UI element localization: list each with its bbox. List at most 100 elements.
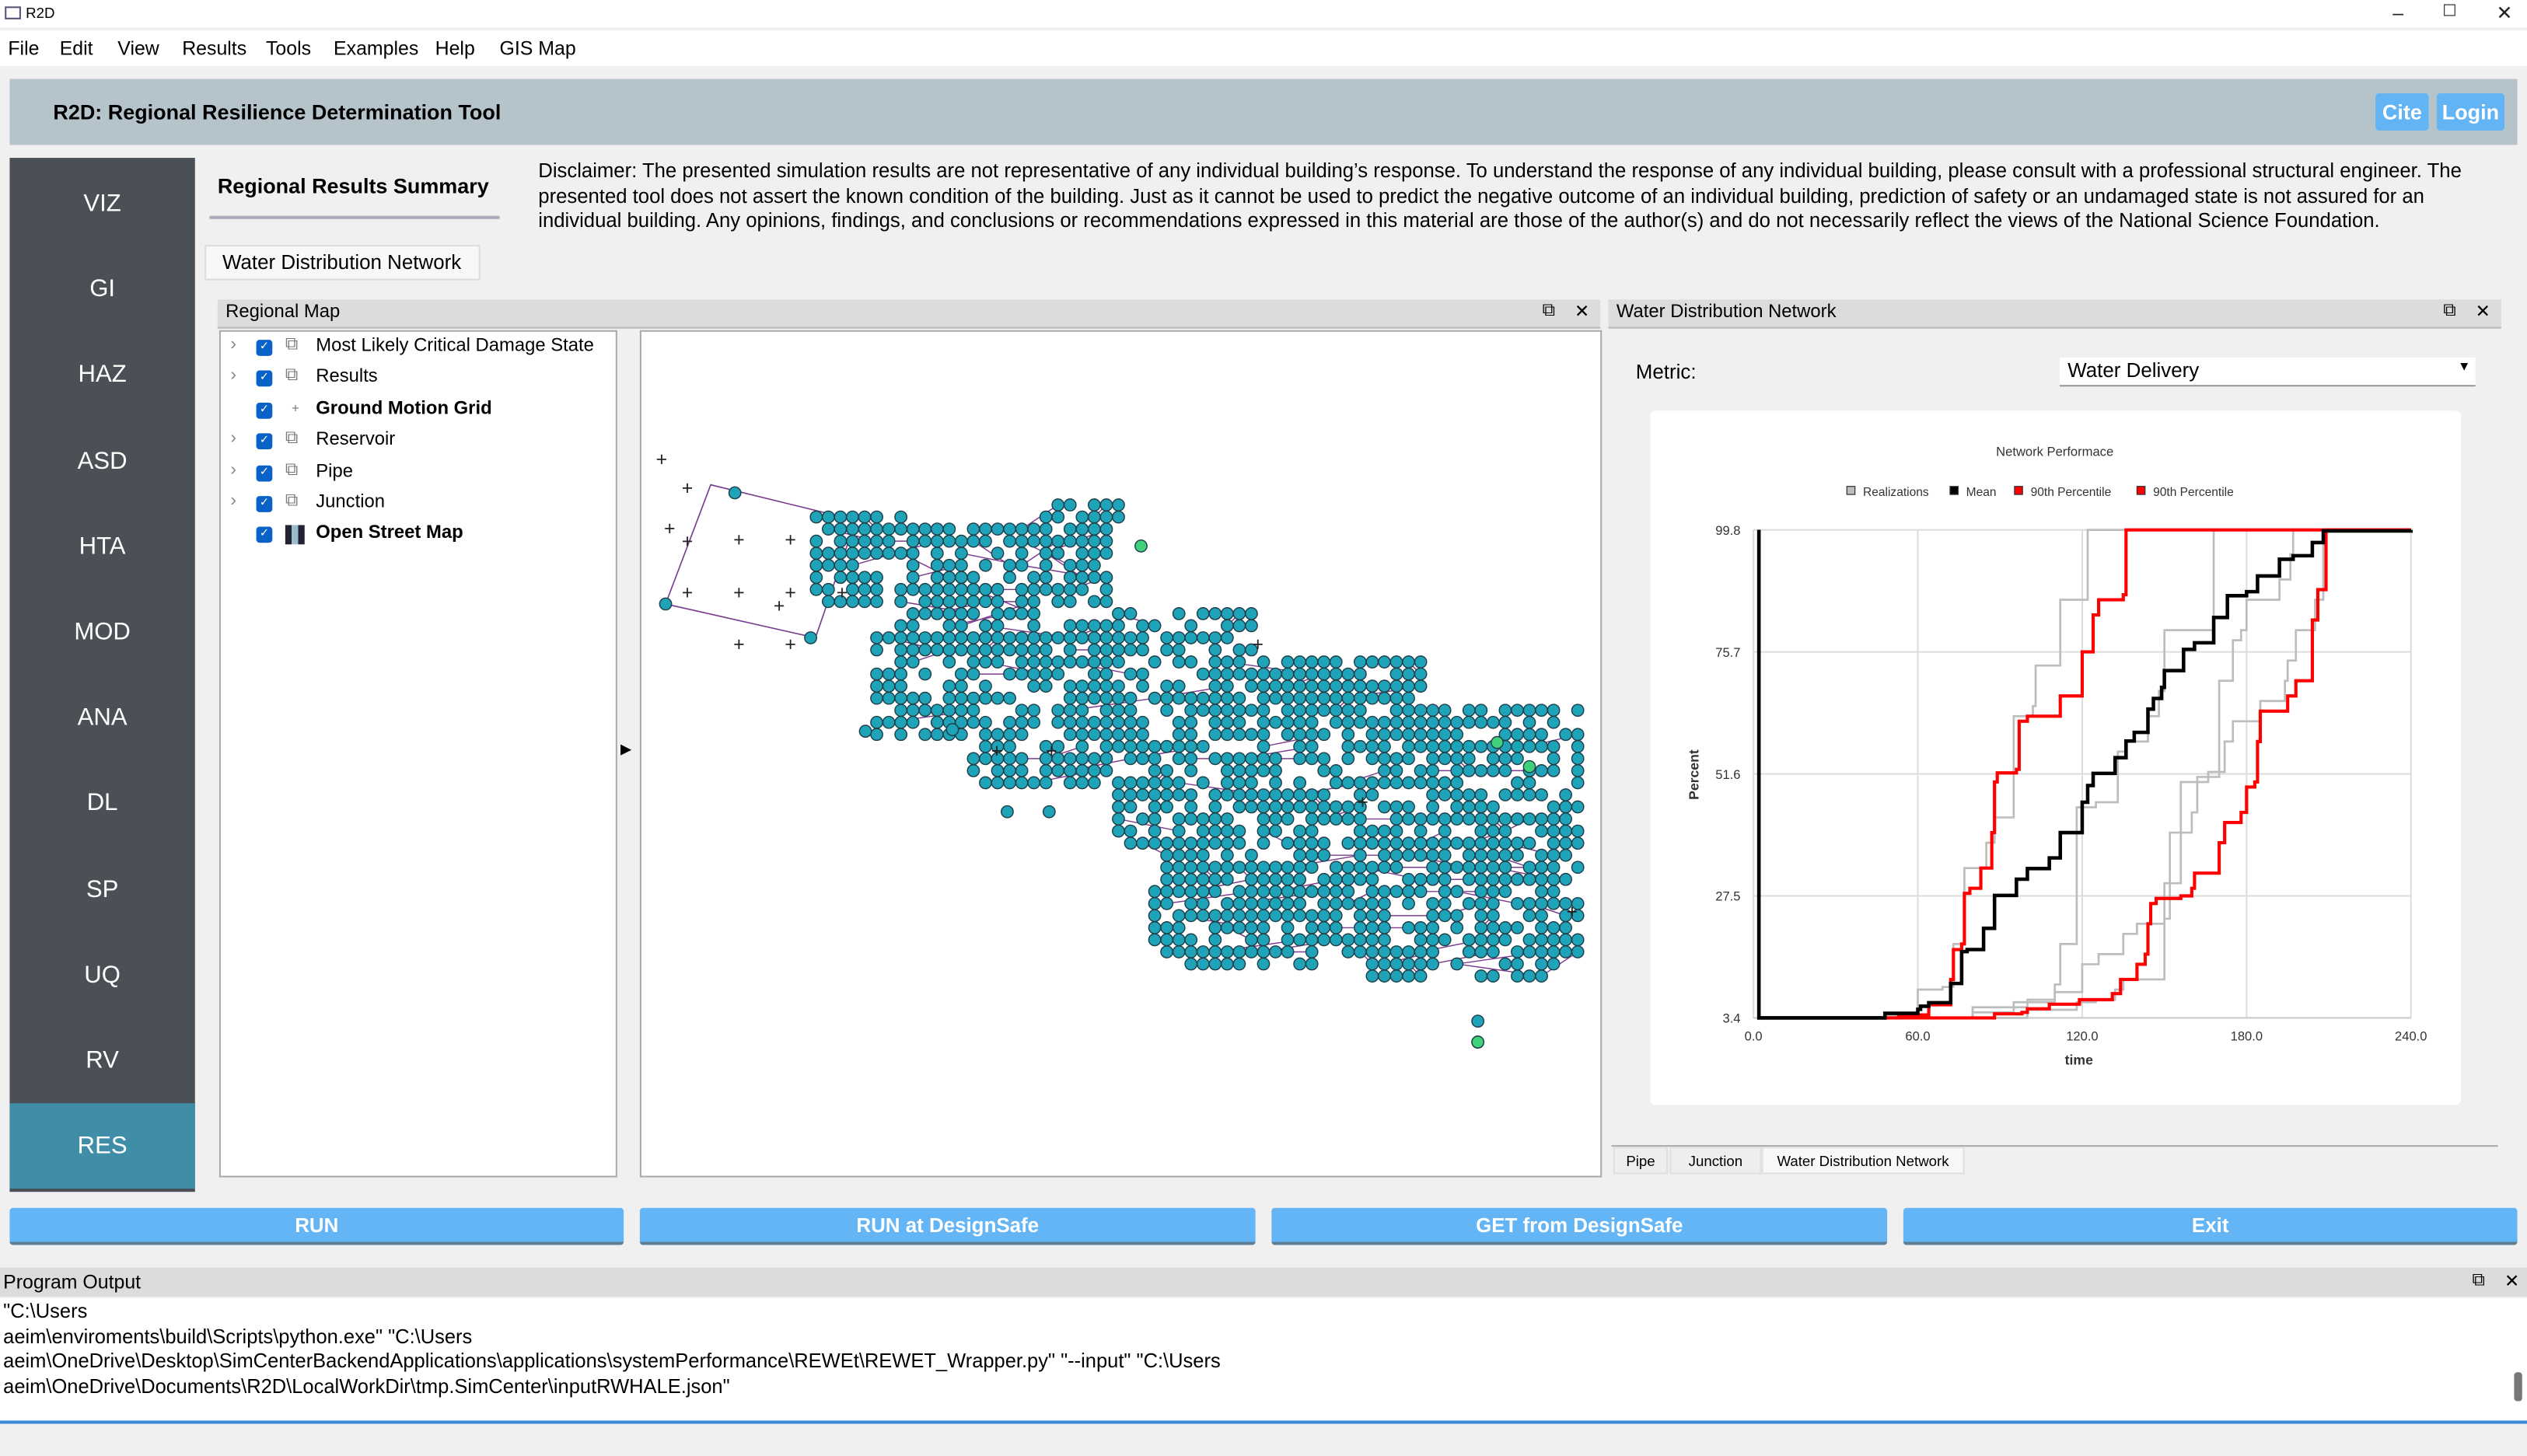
junction-node[interactable] <box>1220 655 1234 669</box>
junction-node[interactable] <box>1571 800 1585 814</box>
float-icon[interactable]: ⧉ <box>2473 1271 2485 1292</box>
junction-node[interactable] <box>1051 582 1065 596</box>
junction-node[interactable] <box>979 582 992 596</box>
junction-node[interactable] <box>1365 945 1379 958</box>
junction-node[interactable] <box>1389 812 1403 826</box>
junction-node[interactable] <box>1232 800 1246 814</box>
junction-node[interactable] <box>1112 715 1125 729</box>
reservoir-node[interactable] <box>1522 759 1536 773</box>
junction-node[interactable] <box>1245 848 1258 862</box>
junction-node[interactable] <box>1450 885 1464 899</box>
junction-node[interactable] <box>1414 679 1428 693</box>
tab-wdn[interactable]: Water Distribution Network <box>1761 1147 1965 1175</box>
junction-node[interactable] <box>1124 667 1138 681</box>
junction-node[interactable] <box>1293 667 1307 681</box>
junction-node[interactable] <box>906 619 920 633</box>
junction-node[interactable] <box>1281 836 1295 850</box>
junction-node[interactable] <box>1462 872 1476 886</box>
junction-node[interactable] <box>906 715 920 729</box>
junction-node[interactable] <box>1414 764 1428 777</box>
junction-node[interactable] <box>966 631 980 644</box>
junction-node[interactable] <box>1365 896 1379 910</box>
junction-node[interactable] <box>1112 812 1125 826</box>
junction-node[interactable] <box>1027 715 1041 729</box>
junction-node[interactable] <box>1027 619 1041 633</box>
junction-node[interactable] <box>1099 643 1113 657</box>
junction-node[interactable] <box>870 582 883 596</box>
junction-node[interactable] <box>1269 679 1282 693</box>
junction-node[interactable] <box>954 691 968 705</box>
junction-node[interactable] <box>1063 534 1077 548</box>
junction-node[interactable] <box>906 631 920 644</box>
junction-node[interactable] <box>1378 945 1391 958</box>
junction-node[interactable] <box>1160 643 1174 657</box>
junction-node[interactable] <box>1027 655 1041 669</box>
junction-node[interactable] <box>1063 619 1077 633</box>
junction-node[interactable] <box>1245 704 1258 718</box>
junction-node[interactable] <box>1378 896 1391 910</box>
junction-node[interactable] <box>1522 812 1536 826</box>
junction-node[interactable] <box>1015 522 1029 536</box>
junction-node[interactable] <box>1160 933 1174 947</box>
junction-node[interactable] <box>1450 861 1464 875</box>
junction-node[interactable] <box>1414 812 1428 826</box>
junction-node[interactable] <box>1559 728 1573 742</box>
junction-node[interactable] <box>1136 836 1149 850</box>
junction-node[interactable] <box>1389 861 1403 875</box>
junction-node[interactable] <box>1365 691 1379 705</box>
junction-node[interactable] <box>1378 800 1391 814</box>
junction-node[interactable] <box>1269 861 1282 875</box>
junction-node[interactable] <box>1293 679 1307 693</box>
junction-node[interactable] <box>1245 679 1258 693</box>
junction-node[interactable] <box>1341 836 1355 850</box>
junction-node[interactable] <box>1136 776 1149 790</box>
menu-gis-map[interactable]: GIS Map <box>500 37 576 60</box>
junction-node[interactable] <box>1148 788 1162 801</box>
junction-node[interactable] <box>1099 752 1113 766</box>
junction-node[interactable] <box>991 631 1005 644</box>
junction-node[interactable] <box>1027 679 1041 693</box>
regional-map-view[interactable]: + + + + + + + + + + + + + + + + + + <box>639 330 1603 1178</box>
junction-node[interactable] <box>1112 510 1125 524</box>
junction-node[interactable] <box>1402 945 1415 958</box>
junction-node[interactable] <box>1522 776 1536 790</box>
cite-button[interactable]: Cite <box>2375 93 2429 131</box>
junction-node[interactable] <box>1027 595 1041 609</box>
junction-node[interactable] <box>1184 848 1198 862</box>
junction-node[interactable] <box>1305 752 1319 766</box>
junction-node[interactable] <box>1124 728 1138 742</box>
junction-node[interactable] <box>1172 752 1186 766</box>
junction-node[interactable] <box>1559 921 1573 934</box>
junction-node[interactable] <box>979 776 992 790</box>
program-output-text[interactable]: "C:\Users aeim\enviroments\build\Scripts… <box>0 1297 2527 1424</box>
junction-node[interactable] <box>942 607 956 620</box>
layer-item[interactable]: ✓ Open Street Map <box>221 521 616 551</box>
junction-node[interactable] <box>1547 715 1561 729</box>
junction-node[interactable] <box>1257 704 1270 718</box>
junction-node[interactable] <box>1462 896 1476 910</box>
junction-node[interactable] <box>1063 631 1077 644</box>
junction-node[interactable] <box>1389 728 1403 742</box>
junction-node[interactable] <box>1099 679 1113 693</box>
junction-node[interactable] <box>954 534 968 548</box>
junction-node[interactable] <box>1099 546 1113 560</box>
sidebar-item-hta[interactable]: HTA <box>9 504 194 589</box>
junction-node[interactable] <box>1486 909 1500 923</box>
junction-node[interactable] <box>1353 679 1367 693</box>
junction-node[interactable] <box>1208 607 1222 620</box>
junction-node[interactable] <box>870 631 883 644</box>
junction-node[interactable] <box>918 643 932 657</box>
junction-node[interactable] <box>1148 836 1162 850</box>
junction-node[interactable] <box>1257 800 1270 814</box>
junction-node[interactable] <box>930 558 944 572</box>
junction-node[interactable] <box>942 631 956 644</box>
junction-node[interactable] <box>1184 619 1198 633</box>
junction-node[interactable] <box>930 631 944 644</box>
junction-node[interactable] <box>1571 764 1585 777</box>
junction-node[interactable] <box>906 534 920 548</box>
junction-node[interactable] <box>1305 679 1319 693</box>
junction-node[interactable] <box>1450 752 1464 766</box>
junction-node[interactable] <box>1172 836 1186 850</box>
junction-node[interactable] <box>1293 933 1307 947</box>
junction-node[interactable] <box>1547 872 1561 886</box>
